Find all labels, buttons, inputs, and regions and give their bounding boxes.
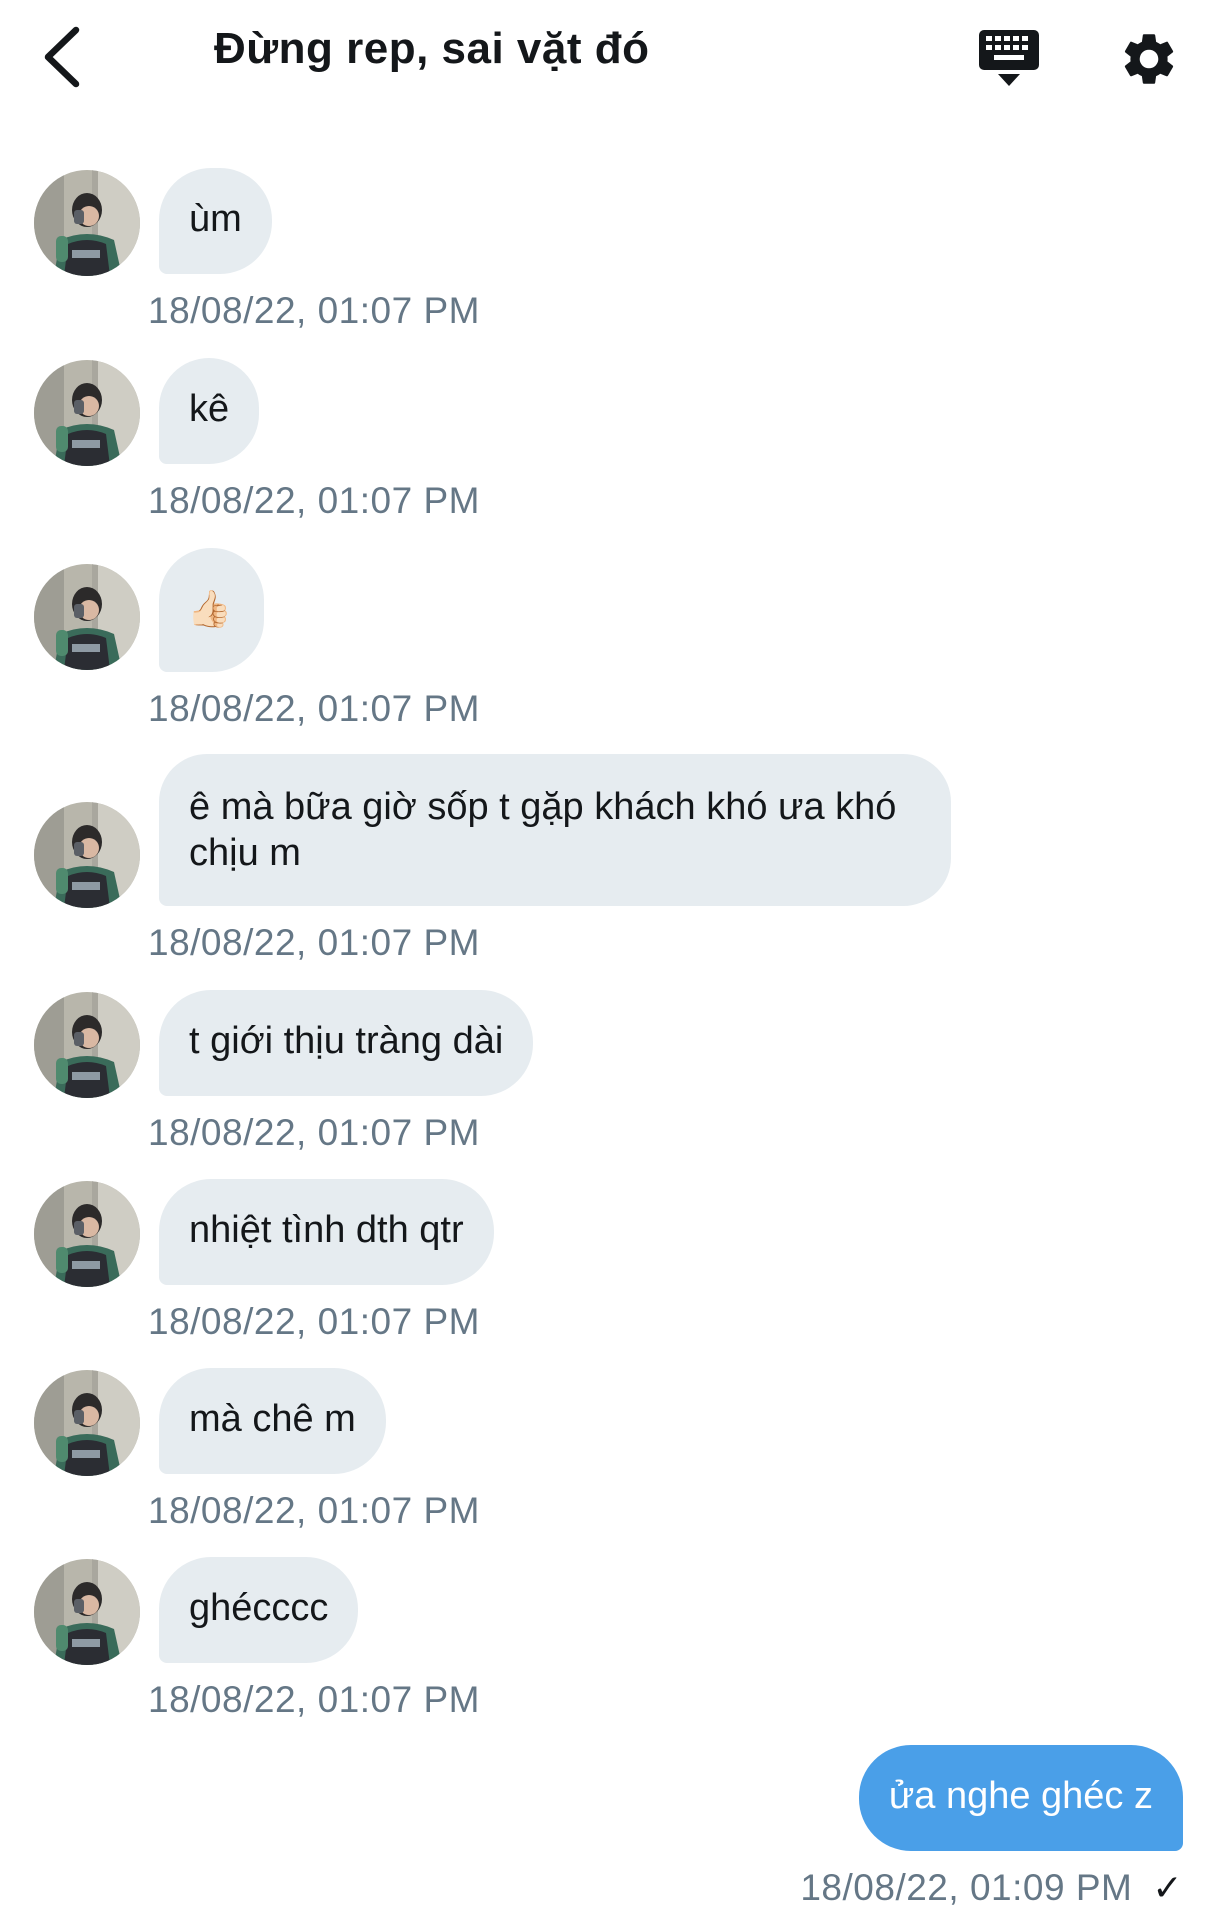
avatar-image <box>34 992 140 1098</box>
chat-header: Đừng rep, sai vặt đó <box>0 0 1217 115</box>
keyboard-toggle-button[interactable] <box>976 26 1042 92</box>
chevron-left-icon <box>44 26 80 88</box>
message-timestamp: 18/08/22, 01:07 PM <box>148 1679 480 1720</box>
avatar-image <box>34 360 140 466</box>
message-timestamp: 18/08/22, 01:07 PM <box>148 688 480 729</box>
avatar-image <box>34 1559 140 1665</box>
message-bubble[interactable]: nhiệt tình dth qtr <box>159 1179 494 1285</box>
avatar-image <box>34 564 140 670</box>
avatar[interactable] <box>34 992 140 1098</box>
avatar-image <box>34 1370 140 1476</box>
keyboard-icon <box>979 30 1039 86</box>
message-bubble[interactable]: mà chê m <box>159 1368 386 1474</box>
avatar[interactable] <box>34 564 140 670</box>
message-timestamp: 18/08/22, 01:07 PM <box>148 1490 480 1531</box>
avatar[interactable] <box>34 1559 140 1665</box>
message-timestamp: 18/08/22, 01:07 PM <box>148 480 480 521</box>
avatar-image <box>34 1181 140 1287</box>
gear-icon <box>1124 34 1174 84</box>
back-button[interactable] <box>36 22 96 92</box>
avatar[interactable] <box>34 360 140 466</box>
message-timestamp: 18/08/22, 01:09 PM <box>800 1867 1133 1908</box>
message-timestamp: 18/08/22, 01:07 PM <box>148 290 480 331</box>
message-timestamp: 18/08/22, 01:07 PM <box>148 1301 480 1342</box>
message-bubble[interactable]: kê <box>159 358 260 464</box>
message-bubble[interactable]: ghécccc <box>159 1557 359 1663</box>
avatar-image <box>34 802 140 908</box>
settings-button[interactable] <box>1118 28 1180 90</box>
sent-check-icon: ✓ <box>1152 1867 1183 1908</box>
conversation-title: Đừng rep, sai vặt đó <box>214 24 650 73</box>
message-timestamp: 18/08/22, 01:07 PM <box>148 922 480 963</box>
avatar[interactable] <box>34 802 140 908</box>
message-bubble[interactable]: 👍🏻 <box>159 548 264 672</box>
message-bubble[interactable]: t giới thịu tràng dài <box>159 990 534 1096</box>
avatar[interactable] <box>34 1181 140 1287</box>
message-bubble[interactable]: ê mà bữa giờ sốp t gặp khách khó ưa khó … <box>159 754 951 906</box>
avatar-image <box>34 170 140 276</box>
outgoing-message-bubble[interactable]: ửa nghe ghéc z <box>858 1745 1183 1851</box>
avatar[interactable] <box>34 170 140 276</box>
message-timestamp: 18/08/22, 01:07 PM <box>148 1112 480 1153</box>
avatar[interactable] <box>34 1370 140 1476</box>
outgoing-message-meta: 18/08/22, 01:09 PM ✓ <box>800 1867 1183 1909</box>
message-bubble[interactable]: ùm <box>159 168 272 274</box>
